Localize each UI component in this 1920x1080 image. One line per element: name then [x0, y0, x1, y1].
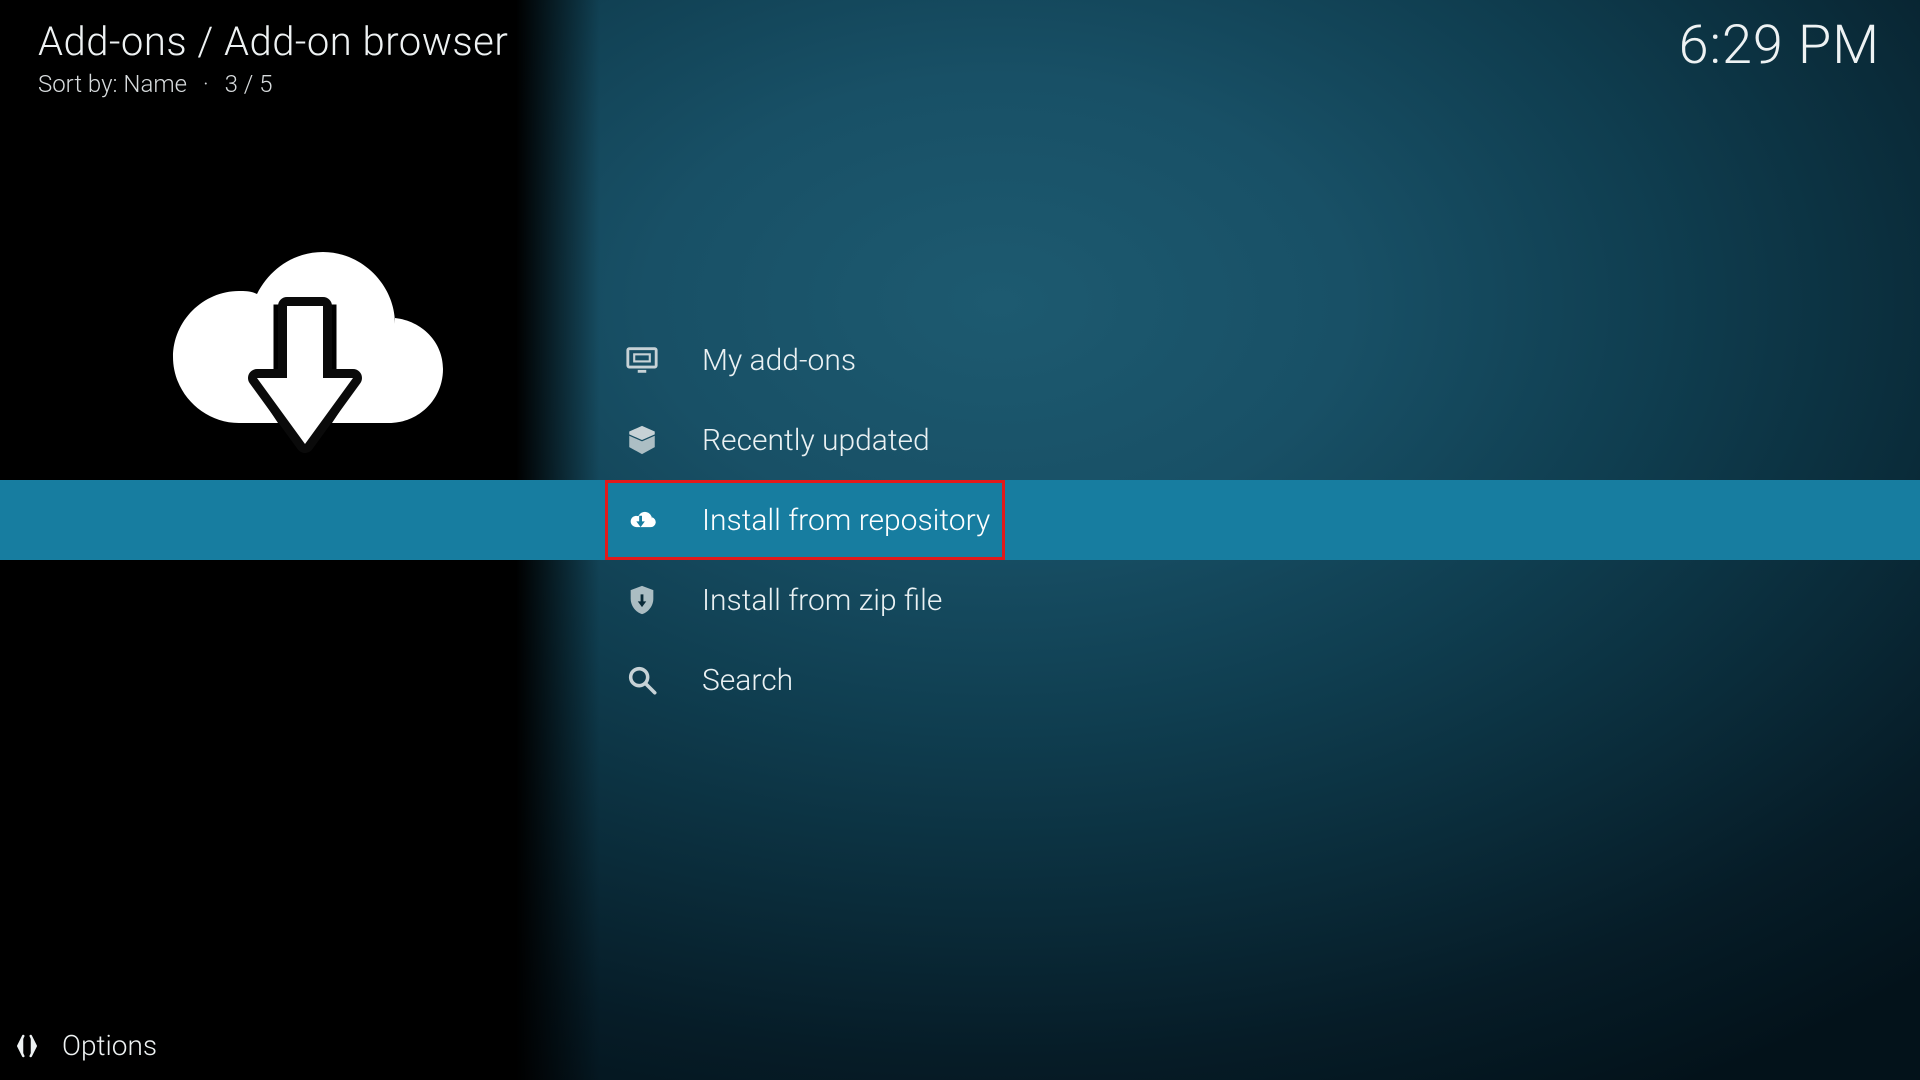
sort-prefix: Sort by:	[38, 70, 118, 98]
menu-item-label: My add-ons	[702, 343, 856, 378]
sort-separator: ·	[203, 70, 209, 98]
open-box-icon	[622, 420, 662, 460]
menu-item-label: Recently updated	[702, 423, 930, 458]
list-position: 3 / 5	[225, 70, 273, 98]
menu-item-label: Install from repository	[702, 503, 990, 538]
breadcrumb: Add-ons / Add-on browser	[38, 18, 508, 65]
menu-item-my-addons[interactable]: My add-ons	[0, 320, 1920, 400]
menu-item-recently-updated[interactable]: Recently updated	[0, 400, 1920, 480]
shield-download-icon	[622, 580, 662, 620]
cloud-download-icon	[622, 500, 662, 540]
menu-item-label: Search	[702, 663, 793, 698]
sort-value: Name	[123, 70, 187, 98]
menu-item-install-from-zip[interactable]: Install from zip file	[0, 560, 1920, 640]
monitor-icon	[622, 340, 662, 380]
options-label: Options	[62, 1029, 157, 1062]
menu-list: My add-ons Recently updated Install from…	[0, 320, 1920, 720]
options-icon	[12, 1031, 42, 1061]
menu-item-install-from-repository[interactable]: Install from repository	[0, 480, 1920, 560]
options-button[interactable]: Options	[12, 1029, 157, 1062]
menu-item-label: Install from zip file	[702, 583, 942, 618]
search-icon	[622, 660, 662, 700]
menu-item-search[interactable]: Search	[0, 640, 1920, 720]
sort-line: Sort by: Name · 3 / 5	[38, 70, 273, 98]
clock: 6:29 PM	[1679, 14, 1880, 77]
